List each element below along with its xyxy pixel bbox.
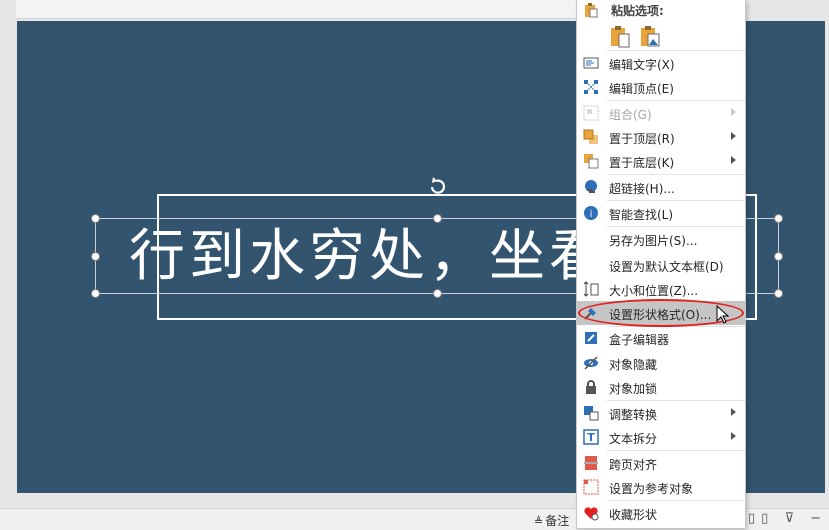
menu-item-send-to-back[interactable]: 置于底层(K) [577,149,745,173]
format-shape-icon [584,308,596,320]
submenu-arrow-icon [731,408,736,416]
context-menu: 粘贴选项: 编辑文字(X) 编辑顶点(E) 组合(G) 置于顶层(R) 置于底层… [576,0,746,529]
paste-options-header: 粘贴选项: [611,4,664,18]
menu-item-edit-points[interactable]: 编辑顶点(E) [577,75,745,99]
resize-handle-top-left[interactable] [91,214,100,223]
menu-item-format-shape[interactable]: 设置形状格式(O)... [577,301,745,325]
submenu-arrow-icon [731,108,736,116]
text-split-icon: T [583,429,599,445]
menu-item-bring-to-front[interactable]: 置于顶层(R) [577,125,745,149]
paste-picture-icon[interactable] [639,24,661,48]
submenu-arrow-icon [731,132,736,140]
submenu-arrow-icon [731,156,736,164]
menu-item-cross-page-align[interactable]: 跨页对齐 [577,451,745,475]
hyperlink-icon [585,180,597,193]
menu-item-set-default-textbox[interactable]: 设置为默认文本框(D) [577,253,745,277]
hide-object-icon [584,356,598,370]
resize-handle-bottom-left[interactable] [91,289,100,298]
reference-object-icon [583,479,599,495]
favorite-shape-icon [584,507,599,521]
resize-handle-left[interactable] [91,252,100,261]
notes-button[interactable]: ≜ 备注 [534,512,569,529]
paste-icon [585,3,598,18]
resize-handle-top[interactable] [433,214,442,223]
menu-item-favorite-shape[interactable]: 收藏形状 [577,501,745,525]
resize-handle-right[interactable] [774,252,783,261]
menu-item-lock-object[interactable]: 对象加锁 [577,375,745,399]
notes-label: 备注 [545,514,570,528]
svg-text:T: T [587,431,595,444]
send-to-back-icon [584,154,599,169]
edit-text-icon [583,57,599,69]
size-position-icon [583,281,599,297]
svg-text:i: i [590,209,593,220]
view-buttons[interactable]: ▯▯ ⊽ − [748,511,827,526]
menu-item-hide-object[interactable]: 对象隐藏 [577,351,745,375]
bring-to-front-icon [583,129,598,144]
menu-item-text-split[interactable]: T 文本拆分 [577,425,745,449]
convert-icon [584,406,599,421]
paste-keep-formatting-icon[interactable] [609,24,631,48]
menu-item-set-reference[interactable]: 设置为参考对象 [577,475,745,499]
menu-item-hyperlink[interactable]: 超链接(H)... [577,175,745,199]
lock-icon [586,380,596,394]
box-editor-icon [585,332,597,344]
toolbar-area [16,0,576,19]
group-icon [583,105,599,121]
menu-item-group[interactable]: 组合(G) [577,101,745,125]
edit-points-icon [584,80,598,94]
submenu-arrow-icon [731,432,736,440]
resize-handle-bottom[interactable] [433,289,442,298]
notes-icon: ≜ [534,515,544,528]
cross-page-align-icon [584,456,598,470]
smart-lookup-icon: i [584,206,598,220]
menu-item-size-position[interactable]: 大小和位置(Z)... [577,277,745,301]
menu-item-smart-lookup[interactable]: i 智能查找(L) [577,201,745,225]
menu-item-edit-text[interactable]: 编辑文字(X) [577,51,745,75]
resize-handle-top-right[interactable] [774,214,783,223]
menu-item-convert[interactable]: 调整转换 [577,401,745,425]
resize-handle-bottom-right[interactable] [774,289,783,298]
rotate-handle-icon[interactable] [427,175,449,197]
menu-item-save-as-picture[interactable]: 另存为图片(S)... [577,227,745,251]
menu-item-box-editor[interactable]: 盒子编辑器 [577,326,745,350]
slide-title-text[interactable]: 行到水穷处，坐看 [129,222,609,292]
